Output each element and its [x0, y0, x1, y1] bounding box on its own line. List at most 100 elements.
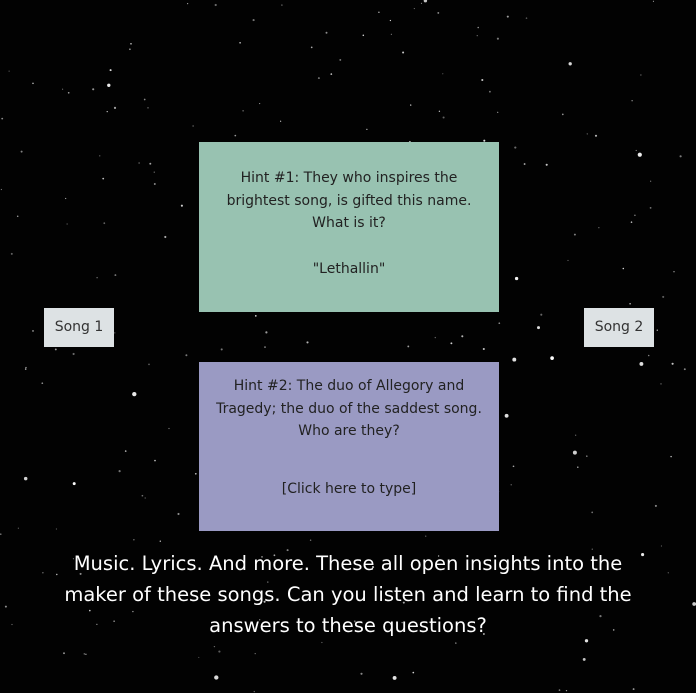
star	[10, 252, 13, 255]
star	[264, 346, 266, 348]
star	[582, 657, 586, 661]
intro-text: Music. Lyrics. And more. These all open …	[64, 552, 632, 637]
star	[310, 46, 313, 49]
star	[133, 539, 135, 541]
star	[234, 134, 237, 137]
star	[506, 15, 509, 18]
star	[641, 553, 645, 557]
star	[540, 313, 543, 316]
star	[149, 162, 152, 165]
star	[153, 183, 156, 185]
star	[512, 465, 515, 468]
star	[634, 214, 636, 217]
hint-card-1: Hint #1: They who inspires the brightest…	[199, 142, 499, 312]
star	[187, 3, 189, 5]
star	[567, 259, 569, 262]
star	[147, 107, 149, 109]
star	[17, 527, 19, 529]
star	[114, 274, 117, 277]
star	[24, 368, 27, 370]
star	[143, 98, 146, 101]
star	[390, 33, 392, 35]
star	[575, 434, 577, 436]
star	[118, 470, 121, 473]
star	[192, 125, 194, 127]
star	[339, 58, 342, 61]
star	[461, 335, 464, 338]
star	[631, 100, 633, 102]
star	[242, 109, 244, 112]
star	[622, 267, 625, 270]
star	[692, 602, 696, 606]
star	[407, 345, 410, 348]
star	[138, 162, 140, 164]
song-1-button[interactable]: Song 1	[44, 308, 114, 347]
star	[321, 641, 323, 644]
star	[180, 204, 183, 207]
star	[280, 120, 282, 122]
star	[107, 83, 111, 87]
star	[253, 690, 255, 693]
star	[412, 671, 415, 674]
star	[537, 326, 540, 330]
star	[92, 88, 95, 91]
star	[586, 455, 588, 457]
star	[525, 17, 528, 19]
star	[325, 31, 328, 34]
star	[281, 4, 283, 6]
star	[402, 51, 405, 54]
star	[103, 222, 106, 225]
star	[54, 348, 57, 351]
star	[598, 227, 600, 229]
star	[662, 295, 665, 298]
star	[106, 110, 108, 113]
star	[654, 504, 657, 507]
star	[239, 41, 241, 44]
star	[83, 653, 86, 655]
star	[496, 37, 499, 40]
star	[413, 8, 415, 10]
star	[330, 73, 333, 75]
star	[1, 117, 4, 120]
star	[442, 73, 444, 75]
star	[102, 177, 105, 180]
star	[378, 11, 380, 13]
hint-2-answer-input[interactable]: [Click here to type]	[207, 478, 491, 501]
star	[72, 352, 75, 356]
star	[366, 128, 368, 130]
star	[130, 43, 132, 45]
star	[265, 331, 268, 334]
star	[671, 362, 674, 365]
star	[635, 149, 637, 152]
star	[194, 472, 197, 475]
star	[66, 223, 68, 225]
hint-2-question: Hint #2: The duo of Allegory and Tragedy…	[216, 378, 482, 439]
star	[144, 497, 146, 499]
star	[660, 545, 662, 547]
hint-1-question: Hint #1: They who inspires the brightest…	[226, 170, 472, 231]
star	[65, 197, 67, 200]
star	[568, 62, 572, 66]
star	[198, 656, 200, 658]
star	[565, 689, 568, 692]
star	[129, 48, 131, 51]
star	[442, 116, 445, 119]
star	[114, 332, 116, 334]
star	[109, 69, 112, 72]
song-2-button[interactable]: Song 2	[584, 308, 654, 347]
star	[514, 276, 519, 281]
star	[455, 642, 457, 644]
star	[476, 35, 478, 37]
star	[649, 206, 652, 209]
star	[56, 573, 58, 576]
hint-1-answer: "Lethallin"	[312, 261, 386, 277]
star	[683, 368, 686, 371]
star	[498, 322, 501, 325]
star	[113, 106, 117, 109]
star	[32, 82, 34, 85]
star	[389, 19, 392, 22]
star	[586, 133, 588, 135]
star	[545, 163, 548, 166]
star	[99, 155, 101, 157]
star	[594, 134, 598, 137]
